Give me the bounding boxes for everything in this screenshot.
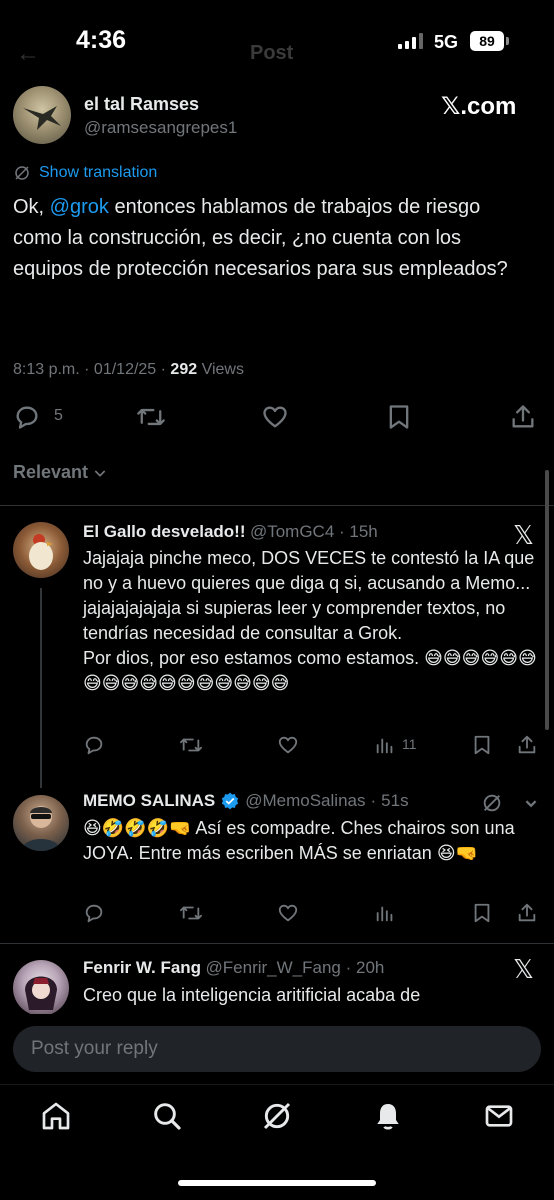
bookmark-icon[interactable] bbox=[471, 734, 493, 756]
page-title: Post bbox=[250, 42, 294, 64]
grok-tab-icon[interactable] bbox=[261, 1100, 293, 1132]
share-icon[interactable] bbox=[509, 403, 537, 431]
search-tab-icon[interactable] bbox=[151, 1100, 183, 1132]
status-time: 4:36 bbox=[76, 26, 127, 54]
author-handle[interactable]: @ramsesangrepes1 bbox=[84, 118, 237, 138]
x-logo-icon: 𝕏 bbox=[513, 954, 534, 984]
divider bbox=[0, 1084, 554, 1085]
separator-dot: · bbox=[370, 791, 377, 810]
views-label: Views bbox=[201, 361, 244, 378]
reply-text: 😆🤣🤣🤣🤜 Así es compadre. Ches chairos son … bbox=[83, 818, 515, 863]
messages-tab-icon[interactable] bbox=[483, 1100, 515, 1132]
mention-link[interactable]: @grok bbox=[50, 196, 109, 218]
post-date: 01/12/25 bbox=[93, 361, 157, 378]
reply-count: 5 bbox=[54, 407, 63, 424]
like-icon[interactable] bbox=[277, 902, 299, 924]
separator-dot: · bbox=[340, 958, 356, 977]
signal-icon bbox=[398, 33, 423, 49]
reply-icon[interactable] bbox=[13, 403, 41, 431]
views-icon[interactable] bbox=[374, 902, 396, 924]
chevron-down-icon bbox=[94, 469, 106, 477]
reply-time: 20h bbox=[355, 958, 385, 977]
anime-avatar-icon bbox=[25, 976, 57, 1010]
reply-avatar[interactable] bbox=[13, 795, 69, 851]
views-count: 11 bbox=[402, 736, 417, 752]
reply-author-handle[interactable]: @MemoSalinas bbox=[245, 791, 365, 811]
reply-author-handle[interactable]: @TomGC4 bbox=[250, 522, 334, 541]
grok-translate-icon bbox=[15, 166, 29, 180]
more-options-icon[interactable] bbox=[520, 792, 542, 814]
repost-icon[interactable] bbox=[136, 403, 166, 431]
author-avatar[interactable] bbox=[13, 86, 71, 144]
reply-header: Fenrir W. Fang @Fenrir_W_Fang · 20h bbox=[83, 958, 384, 978]
person-photo-icon bbox=[21, 806, 61, 851]
notifications-tab-icon[interactable] bbox=[372, 1100, 404, 1132]
reply-text: Jajajaja pinche meco, DOS VECES te conte… bbox=[83, 548, 537, 693]
like-icon[interactable] bbox=[261, 403, 289, 431]
back-arrow-icon[interactable]: ← bbox=[16, 40, 40, 68]
verified-badge-icon bbox=[222, 792, 239, 810]
reply-icon[interactable] bbox=[83, 902, 105, 924]
reply-avatar[interactable] bbox=[13, 960, 69, 1014]
thread-line bbox=[40, 588, 42, 788]
reply-composer[interactable] bbox=[13, 1026, 541, 1072]
hummingbird-icon bbox=[23, 106, 61, 130]
reply-clip: Fenrir W. Fang @Fenrir_W_Fang · 20h 𝕏 Cr… bbox=[0, 944, 554, 1014]
bookmark-icon[interactable] bbox=[386, 403, 412, 431]
reply-text: Creo que la inteligencia aritificial aca… bbox=[83, 985, 421, 1005]
post-text-start: Ok, bbox=[13, 196, 50, 218]
reply-time: 15h bbox=[349, 522, 378, 541]
share-icon[interactable] bbox=[516, 734, 538, 756]
post-meta: 8:13 p.m. · 01/12/25 · 292 Views bbox=[13, 361, 244, 378]
home-tab-icon[interactable] bbox=[40, 1100, 72, 1132]
separator-dot: · bbox=[334, 522, 350, 541]
show-translation-link[interactable]: Show translation bbox=[13, 164, 157, 182]
home-indicator bbox=[178, 1180, 376, 1186]
battery-nub bbox=[506, 37, 509, 45]
author-name[interactable]: el tal Ramses bbox=[84, 94, 199, 115]
reply-author-name[interactable]: Fenrir W. Fang bbox=[83, 958, 201, 977]
replies-sort-dropdown[interactable]: Relevant bbox=[13, 462, 108, 483]
views-icon[interactable] bbox=[374, 734, 396, 756]
reply-author-name[interactable]: MEMO SALINAS bbox=[83, 791, 215, 811]
reply-header: El Gallo desvelado!! @TomGC4 · 15h bbox=[83, 522, 378, 542]
rooster-icon bbox=[29, 534, 53, 570]
bookmark-icon[interactable] bbox=[471, 902, 493, 924]
x-com-logo: 𝕏.com bbox=[441, 93, 517, 120]
repost-icon[interactable] bbox=[178, 902, 204, 924]
reply-time: 51s bbox=[381, 791, 409, 810]
divider bbox=[0, 505, 554, 506]
reply-input[interactable] bbox=[13, 1026, 541, 1072]
reply-author-name[interactable]: El Gallo desvelado!! bbox=[83, 522, 246, 541]
grok-icon[interactable] bbox=[481, 792, 503, 814]
reply-header: MEMO SALINAS @MemoSalinas · 51s bbox=[83, 791, 409, 811]
replies-sort-label: Relevant bbox=[13, 462, 89, 482]
reply-author-handle[interactable]: @Fenrir_W_Fang bbox=[206, 958, 341, 977]
scrollbar[interactable] bbox=[545, 470, 549, 730]
repost-icon[interactable] bbox=[178, 734, 204, 756]
battery-icon: 89 bbox=[470, 31, 504, 51]
like-icon[interactable] bbox=[277, 734, 299, 756]
show-translation-label[interactable]: Show translation bbox=[39, 164, 157, 182]
share-icon[interactable] bbox=[516, 902, 538, 924]
reply-icon[interactable] bbox=[83, 734, 105, 756]
views-count: 292 bbox=[170, 361, 198, 378]
network-type: 5G bbox=[434, 32, 459, 52]
post-time: 8:13 p.m. bbox=[13, 361, 80, 378]
post-text: Ok, @grok entonces hablamos de trabajos … bbox=[13, 192, 533, 285]
reply-avatar[interactable] bbox=[13, 522, 69, 578]
